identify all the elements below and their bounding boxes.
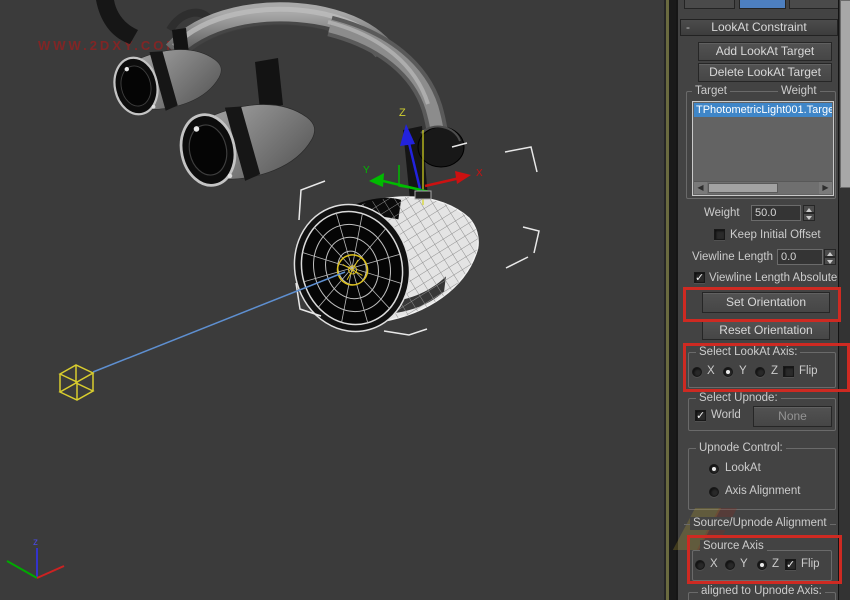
lookat-axis-y-label: Y [739,365,747,378]
source-axis-title: Source Axis [700,540,767,553]
upnode-control-group [688,448,836,510]
set-orientation-button[interactable]: Set Orientation [702,292,830,313]
scroll-right-icon[interactable]: ▶ [819,182,832,194]
panel-scrollbar[interactable] [838,0,850,600]
spinner-up-icon[interactable] [803,205,815,213]
panel-top-button-2[interactable] [789,0,840,9]
collapse-icon: - [686,20,690,35]
target-column-label: Target [692,85,730,98]
upnode-control-title: Upnode Control: [696,442,786,455]
source-axis-y-label: Y [740,558,748,571]
target-list[interactable]: TPhotometricLight001.Targe ◀ ▶ [692,101,834,196]
source-axis-flip-checkbox[interactable]: ✓ [785,559,796,570]
alignment-section-title: Source/Upnode Alignment [690,517,830,530]
source-axis-x-label: X [710,558,718,571]
add-lookat-target-button[interactable]: Add LookAt Target [698,42,832,61]
scroll-left-icon[interactable]: ◀ [694,182,707,194]
lookat-axis-flip-label: Flip [799,365,818,378]
gizmo-z-label: Z [399,107,406,119]
active-viewport-border [666,0,669,600]
lookat-axis-title: Select LookAt Axis: [696,346,800,359]
rollout-title: LookAt Constraint [711,20,806,34]
app-window: WWW.2DXY.COM [0,0,850,600]
delete-lookat-target-button[interactable]: Delete LookAt Target [698,63,832,82]
weight-column-label: Weight [778,85,820,98]
lookat-axis-z-radio[interactable] [755,367,765,377]
weight-spinner[interactable] [803,205,815,221]
gizmo-x-label: X [476,168,483,179]
panel-top-button-active[interactable] [739,0,786,9]
viewport-edge [664,0,666,600]
command-panel: - LookAt Constraint Add LookAt Target De… [676,0,838,600]
viewline-absolute-label: Viewline Length Absolute [709,272,837,285]
upnode-title: Select Upnode: [696,392,781,405]
world-label: World [711,409,741,422]
source-axis-y-radio[interactable] [725,560,735,570]
viewline-spinner[interactable] [824,249,836,265]
spinner-up-icon[interactable] [824,249,836,257]
world-axis-z-label: z [33,537,38,548]
weight-field[interactable]: 50.0 [751,205,801,221]
lookat-radio-label: LookAt [725,462,761,475]
upnode-none-button[interactable]: None [753,406,832,427]
lookat-radio[interactable] [709,464,719,474]
source-axis-z-label: Z [772,558,779,571]
gizmo-y-label: Y [363,165,370,176]
watermark-text: WWW.2DXY.COM [38,38,180,53]
spinner-down-icon[interactable] [824,257,836,265]
axis-alignment-radio[interactable] [709,487,719,497]
lookat-axis-z-label: Z [771,365,778,378]
viewline-absolute-checkbox[interactable]: ✓ [694,272,705,283]
lookat-axis-y-radio[interactable] [723,367,733,377]
lookat-axis-x-radio[interactable] [692,367,702,377]
axis-alignment-radio-label: Axis Alignment [725,485,800,498]
lookat-axis-flip-checkbox[interactable] [783,366,794,377]
keep-initial-offset-checkbox[interactable] [714,229,725,240]
spinner-down-icon[interactable] [803,213,815,221]
source-axis-z-radio[interactable] [757,560,767,570]
weight-label: Weight [704,207,740,220]
aligned-upnode-title: aligned to Upnode Axis: [698,585,825,598]
world-checkbox[interactable]: ✓ [695,410,706,421]
target-list-item-selected[interactable]: TPhotometricLight001.Targe [694,103,832,117]
check-icon: ✓ [695,272,704,284]
viewport-3d[interactable]: WWW.2DXY.COM [0,0,676,600]
source-axis-flip-label: Flip [801,558,820,571]
reset-orientation-button[interactable]: Reset Orientation [702,320,830,340]
source-axis-x-radio[interactable] [695,560,705,570]
panel-top-button-1[interactable] [684,0,735,9]
panel-scrollbar-thumb[interactable] [840,0,850,188]
hscroll-thumb[interactable] [708,183,778,193]
check-icon: ✓ [786,559,795,571]
lookat-axis-x-label: X [707,365,715,378]
viewport-gap [669,0,676,600]
keep-initial-offset-label: Keep Initial Offset [730,229,821,242]
viewline-length-field[interactable]: 0.0 [777,249,823,265]
target-list-hscrollbar[interactable]: ◀ ▶ [694,181,832,194]
rollout-header-lookat-constraint[interactable]: - LookAt Constraint [680,19,838,36]
check-icon: ✓ [696,410,705,422]
viewline-length-label: Viewline Length [692,251,773,264]
